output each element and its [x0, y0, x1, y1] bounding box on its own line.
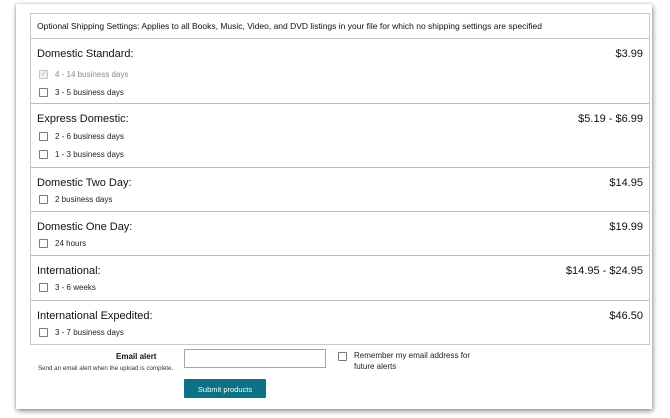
option-label[interactable]: 24 hours [55, 239, 86, 248]
section-price: $19.99 [609, 221, 643, 233]
upload-settings-frame: Optional Shipping Settings: Applies to a… [16, 4, 652, 409]
shipping-section-international-expedited: International Expedited: $46.50 3 - 7 bu… [31, 301, 649, 345]
shipping-option-checkbox[interactable]: 24 hours [39, 237, 86, 249]
checkbox-checked-disabled: ✓ [39, 69, 48, 79]
shipping-option-checkbox[interactable]: 1 - 3 business days [39, 148, 124, 160]
section-price: $3.99 [615, 48, 643, 60]
shipping-section-domestic-two-day: Domestic Two Day: $14.95 2 business days [31, 168, 649, 212]
option-label[interactable]: 2 business days [55, 195, 112, 204]
shipping-settings-header: Optional Shipping Settings: Applies to a… [31, 14, 649, 39]
checkbox[interactable] [39, 282, 48, 292]
section-title: Domestic One Day: [37, 221, 133, 233]
option-label[interactable]: 3 - 6 weeks [55, 283, 96, 292]
email-alert-input[interactable] [184, 349, 326, 368]
remember-email-label[interactable]: Remember my email address for future ale… [354, 350, 474, 372]
remember-email-checkbox[interactable] [338, 352, 347, 361]
section-title: Express Domestic: [37, 113, 129, 125]
option-label[interactable]: 1 - 3 business days [55, 150, 124, 159]
shipping-settings-panel: Optional Shipping Settings: Applies to a… [30, 13, 650, 345]
shipping-section-domestic-standard: Domestic Standard: $3.99 ✓ 4 - 14 busine… [31, 39, 649, 104]
section-price: $14.95 [609, 177, 643, 189]
section-title: International: [37, 265, 101, 277]
section-price: $14.95 - $24.95 [565, 265, 643, 277]
shipping-option-checkbox[interactable]: 3 - 5 business days [39, 86, 124, 98]
shipping-section-domestic-one-day: Domestic One Day: $19.99 24 hours [31, 212, 649, 256]
email-alert-description: Send an email alert when the upload is c… [38, 365, 174, 372]
checkbox[interactable] [39, 87, 48, 97]
option-label[interactable]: 3 - 7 business days [55, 328, 124, 337]
remember-email-option[interactable]: Remember my email address for future ale… [338, 350, 474, 372]
shipping-option-checkbox[interactable]: 2 business days [39, 193, 112, 205]
shipping-option-checkbox[interactable]: 3 - 7 business days [39, 326, 124, 338]
submit-products-button[interactable]: Submit products [184, 379, 266, 398]
shipping-option-checkbox[interactable]: 2 - 6 business days [39, 130, 124, 142]
checkbox[interactable] [39, 149, 48, 159]
section-title: Domestic Two Day: [37, 177, 132, 189]
section-title: Domestic Standard: [37, 48, 134, 60]
shipping-option-checkbox: ✓ 4 - 14 business days [39, 68, 128, 80]
option-label[interactable]: 3 - 5 business days [55, 88, 124, 97]
checkbox[interactable] [39, 238, 48, 248]
section-title: International Expedited: [37, 310, 153, 322]
checkbox[interactable] [39, 194, 48, 204]
checkbox[interactable] [39, 327, 48, 337]
email-alert-label: Email alert [116, 352, 157, 361]
shipping-section-express-domestic: Express Domestic: $5.19 - $6.99 2 - 6 bu… [31, 104, 649, 168]
shipping-section-international: International: $14.95 - $24.95 3 - 6 wee… [31, 256, 649, 301]
section-price: $46.50 [609, 310, 643, 322]
checkbox[interactable] [39, 131, 48, 141]
section-price: $5.19 - $6.99 [578, 113, 643, 125]
shipping-option-checkbox[interactable]: 3 - 6 weeks [39, 281, 96, 293]
option-label[interactable]: 2 - 6 business days [55, 132, 124, 141]
option-label: 4 - 14 business days [55, 69, 129, 79]
